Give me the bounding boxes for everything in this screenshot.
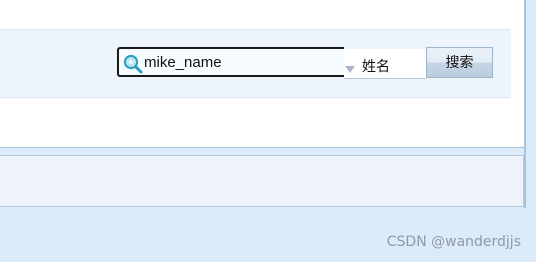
content-panel: 姓名 搜索 (0, 0, 524, 148)
search-box[interactable] (117, 47, 344, 77)
watermark: CSDN @wanderdjjs (386, 234, 521, 250)
search-toolbar: 姓名 搜索 (0, 29, 511, 98)
status-bar (0, 155, 524, 207)
search-input[interactable] (144, 49, 334, 75)
search-icon (123, 54, 143, 74)
search-field-select[interactable]: 姓名 (344, 49, 426, 79)
chevron-down-icon (345, 59, 355, 73)
search-field-label: 姓名 (362, 59, 390, 75)
panel-right-border (524, 0, 526, 208)
search-button[interactable]: 搜索 (426, 47, 493, 78)
